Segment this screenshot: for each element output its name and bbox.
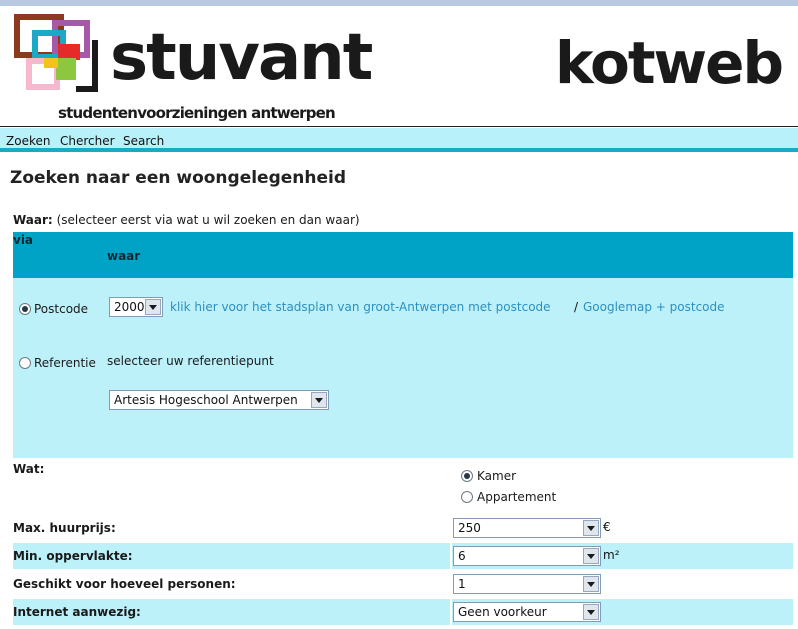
nav-item-search[interactable]: Search	[123, 134, 164, 148]
internet-label: Internet aanwezig:	[13, 605, 141, 619]
personen-value: 1	[458, 577, 466, 591]
referentie-prompt: selecteer uw referentiepunt	[107, 354, 274, 368]
brand-subtitle: studentenvoorzieningen antwerpen	[58, 104, 336, 122]
postcode-radio[interactable]	[19, 303, 31, 315]
chevron-down-icon[interactable]	[583, 576, 599, 592]
internet-value: Geen voorkeur	[458, 605, 547, 619]
cell-separator	[450, 543, 452, 569]
postcode-select[interactable]: 2000	[109, 297, 163, 317]
postcode-label: Postcode	[34, 302, 89, 316]
googlemap-link[interactable]: Googlemap + postcode	[583, 300, 725, 314]
site-header: stuvant studentenvoorzieningen antwerpen…	[0, 6, 798, 127]
location-table-header: via waar	[13, 232, 793, 278]
site-name: kotweb	[554, 29, 784, 97]
waar-instruction: Waar: (selecteer eerst via wat u wil zoe…	[13, 213, 360, 227]
min-oppervlakte-unit: m²	[603, 548, 620, 562]
referentie-select-value: Artesis Hogeschool Antwerpen	[114, 393, 298, 407]
column-header-waar: waar	[107, 249, 141, 263]
waar-label: Waar:	[13, 213, 53, 227]
stadsplan-link[interactable]: klik hier voor het stadsplan van groot-A…	[170, 300, 551, 314]
waar-hint: (selecteer eerst via wat u wil zoeken en…	[56, 213, 360, 227]
appartement-radio[interactable]	[461, 491, 473, 503]
cell-separator	[450, 599, 452, 625]
min-oppervlakte-label: Min. oppervlakte:	[13, 549, 133, 563]
referentie-label: Referentie	[34, 356, 96, 370]
column-header-via: via	[13, 233, 34, 247]
page-title: Zoeken naar een woongelegenheid	[10, 168, 347, 188]
chevron-down-icon[interactable]	[583, 548, 599, 564]
internet-select[interactable]: Geen voorkeur	[453, 602, 601, 622]
chevron-down-icon[interactable]	[145, 299, 161, 315]
max-huurprijs-select[interactable]: 250	[453, 518, 601, 538]
nav-item-zoeken[interactable]: Zoeken	[6, 134, 50, 148]
appartement-label: Appartement	[477, 490, 557, 504]
chevron-down-icon[interactable]	[583, 520, 599, 536]
referentie-select[interactable]: Artesis Hogeschool Antwerpen	[109, 390, 329, 410]
referentie-radio[interactable]	[19, 357, 31, 369]
max-huurprijs-value: 250	[458, 521, 481, 535]
wat-label: Wat:	[13, 462, 45, 476]
nav-bar: Zoeken Chercher Search	[0, 128, 798, 152]
max-huurprijs-unit: €	[603, 520, 611, 534]
stuvant-logo-icon[interactable]	[12, 14, 98, 94]
chevron-down-icon[interactable]	[583, 604, 599, 620]
kamer-radio[interactable]	[461, 470, 473, 482]
link-separator: /	[574, 300, 579, 314]
postcode-select-value: 2000	[114, 300, 145, 314]
brand-name: stuvant	[110, 21, 373, 95]
kamer-label: Kamer	[477, 469, 517, 483]
min-oppervlakte-select[interactable]: 6	[453, 546, 601, 566]
personen-select[interactable]: 1	[453, 574, 601, 594]
nav-item-chercher[interactable]: Chercher	[60, 134, 115, 148]
chevron-down-icon[interactable]	[311, 392, 327, 408]
max-huurprijs-label: Max. huurprijs:	[13, 521, 116, 535]
personen-label: Geschikt voor hoeveel personen:	[13, 577, 236, 591]
min-oppervlakte-value: 6	[458, 549, 466, 563]
